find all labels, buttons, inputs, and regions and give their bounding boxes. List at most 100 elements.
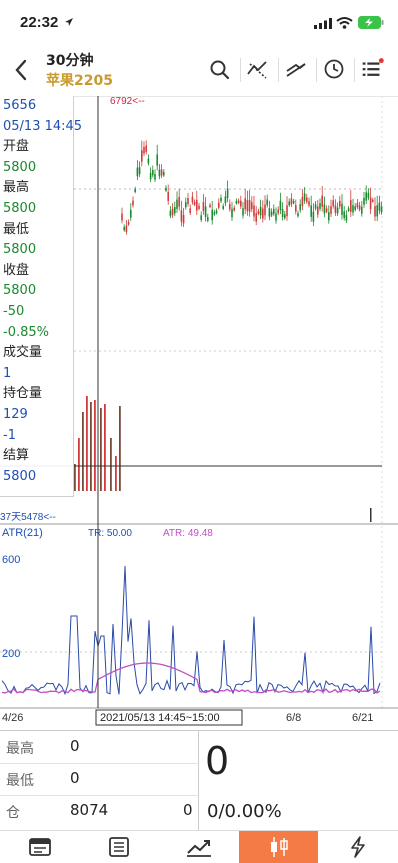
info-row: 5800 bbox=[3, 283, 37, 299]
candle-body bbox=[215, 210, 218, 214]
candle-body bbox=[174, 206, 176, 214]
candle-body bbox=[165, 187, 167, 191]
info-row: 收盘 bbox=[3, 262, 30, 278]
info-row: 129 bbox=[3, 406, 28, 422]
location-arrow-icon bbox=[65, 18, 73, 26]
info-row: 5800 bbox=[3, 200, 37, 216]
candle-body bbox=[189, 208, 191, 214]
atr-title: ATR(21) bbox=[2, 527, 43, 539]
candle-body bbox=[262, 208, 264, 219]
crosshair-info-panel: 5656 05/13 14:45 开盘 5800 最高 5800 最低 5800 收盘 5800 -… bbox=[0, 96, 83, 497]
candle-body bbox=[180, 210, 183, 222]
candle-body bbox=[325, 208, 328, 212]
candle-body bbox=[376, 205, 378, 217]
tab-candlestick[interactable] bbox=[238, 831, 319, 863]
price-change: 0/0.00% bbox=[207, 801, 282, 822]
candle-body bbox=[268, 208, 271, 217]
x-tick-6-21: 6/21 bbox=[352, 712, 373, 724]
candle-body bbox=[255, 213, 257, 222]
candle-body bbox=[231, 208, 233, 218]
candle-body bbox=[367, 192, 370, 198]
tab-flash[interactable] bbox=[318, 831, 398, 863]
oi-value: 8074 bbox=[70, 801, 109, 819]
candle-body bbox=[233, 207, 235, 211]
candle-body bbox=[354, 206, 356, 210]
info-row: 最高 bbox=[3, 180, 30, 196]
tab-news[interactable] bbox=[0, 831, 80, 863]
candle-body bbox=[306, 197, 308, 202]
candle-body bbox=[352, 205, 354, 213]
info-row: 05/13 14:45 bbox=[3, 118, 83, 134]
candle-body bbox=[202, 201, 205, 211]
info-row: 5800 bbox=[3, 468, 37, 484]
candle-body bbox=[178, 196, 180, 207]
quote-oi-row: 仓 8074 0 bbox=[0, 795, 198, 827]
candle-body bbox=[149, 172, 152, 180]
candle-body bbox=[365, 192, 367, 201]
list-icon bbox=[109, 837, 130, 857]
high-label: 最高 bbox=[6, 741, 34, 757]
battery-charging-icon bbox=[358, 16, 384, 29]
candle-body bbox=[330, 206, 332, 214]
candle-body bbox=[284, 214, 286, 219]
candle-body bbox=[279, 200, 282, 211]
last-price: 0 bbox=[205, 739, 230, 783]
news-icon bbox=[28, 838, 51, 856]
candle-body bbox=[281, 209, 284, 218]
tab-trend[interactable] bbox=[159, 831, 239, 863]
volume-bar bbox=[90, 402, 92, 491]
clock-icon[interactable] bbox=[320, 54, 348, 84]
candle-body bbox=[319, 203, 321, 209]
candle-body bbox=[138, 167, 141, 175]
candle-body bbox=[323, 204, 326, 214]
candle-body bbox=[273, 208, 275, 215]
candle-body bbox=[213, 211, 216, 215]
candle-body bbox=[339, 200, 341, 207]
candle-body bbox=[132, 200, 134, 206]
trend-chart-icon bbox=[186, 840, 211, 857]
contract-name[interactable]: 苹果2205 bbox=[46, 70, 113, 90]
candle-body bbox=[198, 205, 200, 209]
candle-body bbox=[154, 174, 156, 180]
candle-body bbox=[235, 200, 238, 204]
back-arrow-icon[interactable] bbox=[6, 52, 38, 88]
app-header: 30分钟 苹果2205 bbox=[0, 44, 398, 97]
candle-body bbox=[295, 205, 297, 212]
volume-bar bbox=[86, 396, 88, 491]
info-row: -0.85% bbox=[3, 324, 49, 340]
candle-body bbox=[145, 145, 147, 152]
quote-high-row: 最高 0 bbox=[0, 731, 198, 764]
candle-body bbox=[308, 201, 310, 206]
candle-body bbox=[204, 206, 207, 218]
candle-body bbox=[332, 200, 334, 207]
oi-label: 仓 bbox=[6, 805, 20, 821]
candle-body bbox=[127, 221, 130, 225]
x-tick-4-26: 4/26 bbox=[2, 712, 23, 724]
wifi-icon bbox=[336, 17, 353, 29]
draw-line-icon[interactable] bbox=[282, 54, 310, 84]
volume-bar bbox=[100, 408, 102, 491]
volume-bar bbox=[119, 406, 121, 491]
low-label: 最低 bbox=[6, 773, 34, 789]
candle-body bbox=[264, 204, 266, 216]
candlestick-icon bbox=[270, 837, 288, 857]
indicator-icon[interactable] bbox=[244, 54, 272, 84]
candle-body bbox=[321, 195, 323, 207]
candle-body bbox=[121, 213, 123, 221]
candle-body bbox=[143, 146, 145, 154]
candle-body bbox=[270, 211, 273, 216]
tr-label: TR: 50.00 bbox=[88, 528, 132, 539]
candle-body bbox=[134, 189, 136, 193]
candle-body bbox=[257, 211, 260, 215]
info-row: 持仓量 bbox=[3, 386, 43, 402]
search-icon[interactable] bbox=[206, 54, 234, 84]
candle-body bbox=[156, 154, 158, 166]
candle-body bbox=[372, 199, 374, 202]
menu-icon[interactable] bbox=[358, 54, 386, 84]
candle-body bbox=[246, 200, 249, 212]
info-row: 最低 bbox=[3, 221, 30, 237]
atr-series bbox=[1, 662, 381, 694]
candle-body bbox=[358, 205, 361, 210]
tab-list[interactable] bbox=[80, 831, 160, 863]
low-value: 0 bbox=[70, 769, 80, 787]
